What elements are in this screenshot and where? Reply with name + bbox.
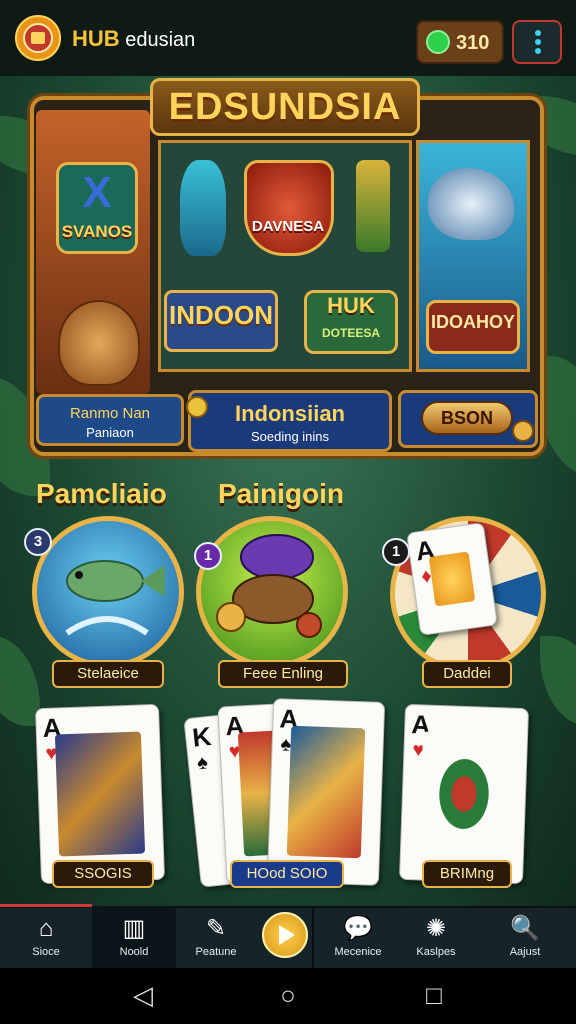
coin-icon — [426, 30, 450, 54]
fish-icon — [65, 560, 165, 636]
inbox-icon: ▥ — [122, 915, 146, 942]
round-game-tile[interactable] — [32, 516, 184, 668]
round-game-label: Stelaeice — [52, 660, 164, 688]
flower-icon — [418, 731, 510, 857]
davnesa-label: DAVNESA — [251, 218, 325, 235]
goldfish-icon — [428, 551, 476, 607]
more-menu-button[interactable] — [512, 20, 562, 64]
card-art — [54, 731, 146, 857]
round-game-label: Feee Enling — [218, 660, 348, 688]
pen-icon: ✎ — [205, 915, 227, 942]
indoon-label: INDOON — [169, 300, 273, 330]
turtle-icon — [58, 300, 140, 386]
home-icon: ⌂ — [38, 915, 54, 942]
flag-icon[interactable] — [356, 160, 390, 252]
badge-count: 1 — [194, 542, 222, 570]
banner-main-button[interactable]: Indonsiian Soeding inins — [188, 390, 392, 452]
lemon-icon — [186, 396, 208, 418]
hat-icon — [216, 534, 322, 638]
nav-label: Peatune — [195, 946, 237, 958]
badge-count: 3 — [24, 528, 52, 556]
huk-label: HUK — [327, 293, 375, 318]
x-emblem-icon: X — [82, 168, 112, 217]
home-button-icon[interactable]: ○ — [272, 980, 304, 1011]
recents-icon[interactable]: □ — [418, 980, 450, 1011]
banner-main-button-sublabel: Soeding inins — [250, 429, 330, 444]
card-art — [286, 725, 366, 859]
banner-left-button-label: Ranmo Nan — [69, 405, 151, 422]
chat-icon: 💬 — [343, 915, 373, 942]
settings-icon: ✺ — [425, 915, 447, 942]
app-name: HUB edusian — [72, 26, 196, 51]
menu-dot-icon — [535, 39, 541, 45]
card-rank: K — [190, 720, 213, 753]
nav-label: Kaslpes — [416, 946, 456, 958]
nav-label: Aajust — [509, 946, 541, 958]
nav-item-peatune[interactable]: ✎ Peatune — [176, 906, 256, 968]
section-heading-left: Pamcliaio — [36, 478, 167, 509]
app-logo — [14, 14, 62, 62]
badge-count: 1 — [382, 538, 410, 566]
nav-label: Mecenice — [334, 946, 382, 958]
card-game-label: BRIMng — [422, 860, 512, 888]
nav-item-mecenice[interactable]: 💬 Mecenice — [318, 906, 398, 968]
back-icon[interactable]: ◁ — [128, 980, 158, 1011]
card-game-label: HOod SOIO — [230, 860, 344, 888]
nav-item-kaslpes[interactable]: ✺ Kaslpes — [398, 906, 474, 968]
huk-sublabel: DOTEESA — [321, 326, 380, 340]
play-icon — [279, 925, 295, 945]
system-nav-bar: ◁ ○ □ — [0, 968, 576, 1024]
banner-main-button-label: Indonsiian — [235, 401, 345, 426]
card-game-tile[interactable]: A ♥ — [398, 703, 530, 885]
nav-label: Noold — [119, 946, 149, 958]
playing-card: A ♦ — [406, 522, 498, 636]
spade-icon: ♠ — [195, 751, 209, 775]
round-game-label: Daddei — [422, 660, 512, 688]
nav-divider — [312, 906, 314, 968]
card-game-tile[interactable]: A ♠ — [266, 698, 386, 886]
card-game-tile[interactable]: A ♥ — [34, 703, 166, 885]
banner-left-button[interactable]: Ranmo Nan Paniaon — [36, 394, 184, 446]
gold-coin-icon — [512, 420, 534, 442]
search-icon: 🔍 — [510, 915, 540, 942]
nav-item-home[interactable]: ⌂ Sioce — [0, 906, 92, 968]
card-game-label: SSOGIS — [52, 860, 154, 888]
nav-item-noold[interactable]: ▥ Noold — [92, 906, 176, 968]
nav-item-aajust[interactable]: 🔍 Aajust — [480, 906, 570, 968]
section-heading-right: Painigoin — [218, 478, 344, 509]
menu-dot-icon — [535, 30, 541, 36]
banner-left-button-sublabel: Paniaon — [86, 425, 134, 440]
menu-dot-icon — [535, 48, 541, 54]
seahorse-icon[interactable] — [180, 160, 226, 256]
round-game-tile[interactable] — [196, 516, 348, 668]
banner-title: EDSUNDSIA — [150, 78, 420, 136]
coin-value: 310 — [456, 32, 490, 54]
bson-pill: BSON — [421, 401, 513, 435]
davnesa-badge[interactable] — [244, 160, 334, 256]
idoahoy-label: IDOAHOY — [430, 312, 515, 332]
svanos-label: SVANOS — [61, 222, 133, 241]
roulette-tile[interactable]: A ♦ — [390, 516, 546, 672]
nav-label: Sioce — [32, 946, 60, 958]
coin-balance[interactable]: 310 — [416, 20, 504, 64]
